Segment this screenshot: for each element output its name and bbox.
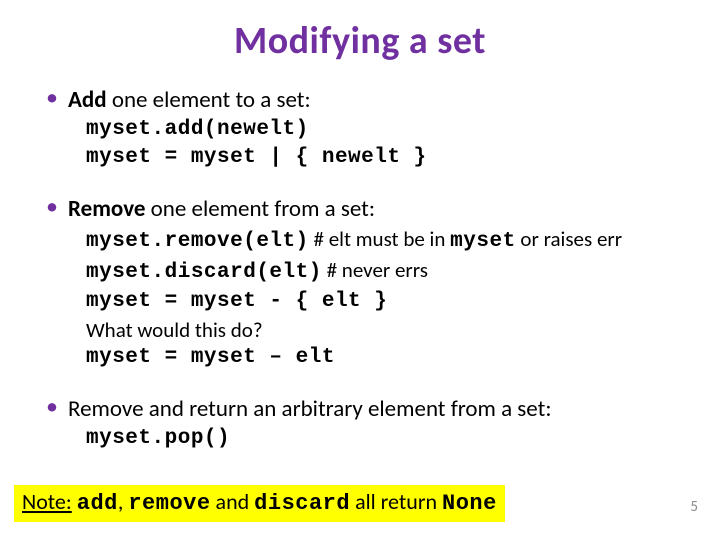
bullet-heading: Remove and return an arbitrary element f… bbox=[68, 395, 551, 423]
bullet-remove: Remove one element from a set: myset.rem… bbox=[40, 195, 680, 371]
code-line: myset.remove(elt) # elt must be in myset… bbox=[68, 226, 680, 255]
note-label: Note: bbox=[22, 488, 72, 515]
code-line: myset.add(newelt) bbox=[68, 117, 680, 143]
bullet-list: Add one element to a set: myset.add(newe… bbox=[40, 86, 680, 452]
comment-text: or raises err bbox=[516, 226, 622, 252]
code-line: myset.discard(elt) # never errs bbox=[68, 257, 680, 286]
code-line: myset = myset - { elt } bbox=[68, 289, 680, 315]
code-line: myset.pop() bbox=[68, 426, 680, 452]
slide: Modifying a set Add one element to a set… bbox=[0, 0, 720, 540]
bullet-pop: Remove and return an arbitrary element f… bbox=[40, 395, 680, 452]
comment-text: # never errs bbox=[322, 257, 428, 283]
bullet-heading-bold: Remove bbox=[68, 195, 145, 223]
note-highlight: Note: add, remove and discard all return… bbox=[14, 485, 505, 522]
comment-text: # elt must be in bbox=[309, 226, 450, 252]
bullet-heading: Add one element to a set: bbox=[68, 86, 311, 114]
bullet-heading-rest: Remove and return an arbitrary element f… bbox=[68, 395, 551, 423]
bullet-heading-rest: one element from a set: bbox=[145, 195, 375, 223]
code-line: myset = myset – elt bbox=[68, 345, 680, 371]
code-fragment: myset.discard(elt) bbox=[86, 261, 322, 284]
note-text: and bbox=[211, 488, 255, 515]
bullet-heading-rest: one element to a set: bbox=[107, 86, 311, 114]
bullet-add: Add one element to a set: myset.add(newe… bbox=[40, 86, 680, 171]
note-text: all return bbox=[350, 488, 442, 515]
note-text: , bbox=[118, 488, 128, 515]
code-line: myset = myset | { newelt } bbox=[68, 145, 680, 171]
bullet-heading-bold: Add bbox=[68, 86, 107, 114]
note-code: discard bbox=[254, 491, 350, 516]
note-code: remove bbox=[128, 491, 210, 516]
page-number: 5 bbox=[690, 498, 698, 516]
note-code: None bbox=[442, 491, 497, 516]
question-text: What would this do? bbox=[68, 317, 680, 343]
page-title: Modifying a set bbox=[40, 18, 680, 64]
comment-code: myset bbox=[450, 230, 516, 253]
bullet-heading: Remove one element from a set: bbox=[68, 195, 375, 223]
note-code: add bbox=[77, 491, 118, 516]
code-fragment: myset.remove(elt) bbox=[86, 230, 309, 253]
